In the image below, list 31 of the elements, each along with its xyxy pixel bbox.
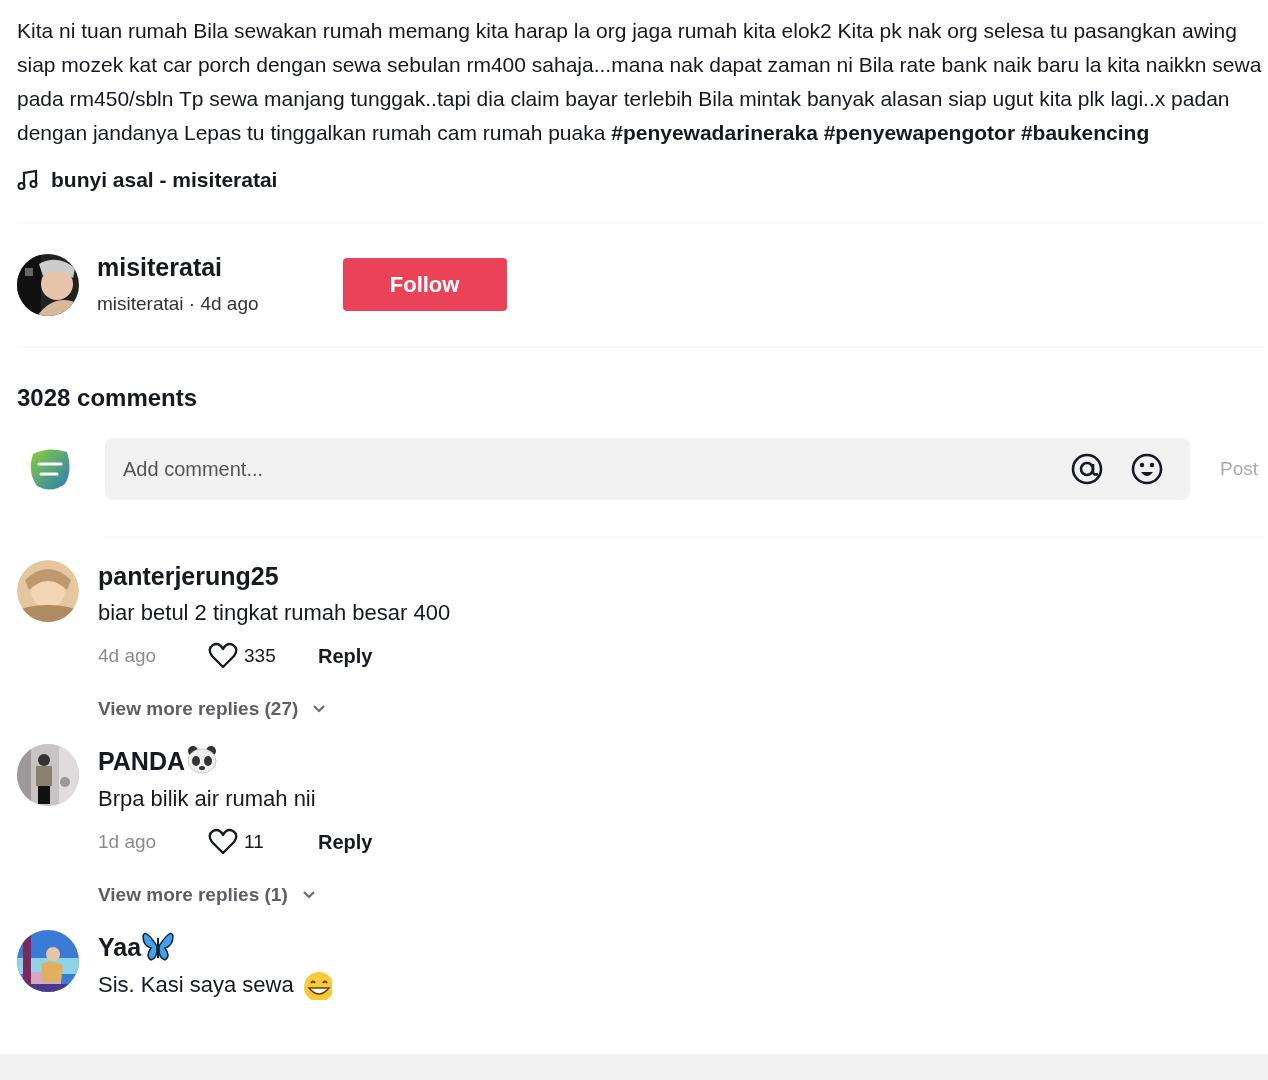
comment-count: 3028 comments <box>17 383 199 413</box>
comment-username: Yaa <box>98 932 142 963</box>
grinning-face-icon <box>301 969 332 1000</box>
comment-time: 1d ago <box>98 829 158 854</box>
reply-button[interactable]: Reply <box>318 641 373 671</box>
comment-text: biar betul 2 tingkat rumah besar 400 <box>98 599 451 627</box>
comment-username: PANDA <box>98 746 186 777</box>
author-name: misiteratai <box>97 251 224 282</box>
comment-input[interactable]: Add comment... <box>121 453 1044 485</box>
comment-username: panterjerung25 <box>98 561 279 592</box>
chevron-down-icon <box>312 704 327 715</box>
like-count: 11 <box>244 829 264 854</box>
music-note-icon <box>17 168 39 191</box>
comment-text: Sis. Kasi saya sewa <box>98 971 294 999</box>
view-replies-button[interactable]: View more replies (27) <box>98 697 327 722</box>
heart-icon[interactable] <box>208 828 238 856</box>
comment-text: Brpa bilik air rumah nii <box>98 785 316 813</box>
sound-link[interactable]: bunyi asal - misiteratai <box>51 164 278 196</box>
view-replies-button[interactable]: View more replies (1) <box>98 883 316 908</box>
follow-button[interactable]: Follow <box>342 258 507 312</box>
like-count: 335 <box>244 643 276 668</box>
butterfly-icon <box>141 930 176 964</box>
author-subtitle: misiteratai · 4d ago <box>97 291 259 316</box>
comment-field[interactable]: Add comment... <box>105 438 1190 500</box>
heart-icon[interactable] <box>208 642 238 670</box>
chevron-down-icon <box>301 890 316 901</box>
emoji-icon[interactable] <box>1129 452 1164 486</box>
comment-time: 4d ago <box>98 643 158 668</box>
mention-icon[interactable] <box>1069 452 1104 486</box>
reply-button[interactable]: Reply <box>318 827 373 857</box>
caption-text: Kita ni tuan rumah Bila sewakan rumah memang kita harap la org jaga rumah kita elok2 Kita pk nak org selesa tu pasangkan awing siap mozek kat car porch dengan sewa sebulan rm400 sahaja...mana nak dapat zaman ni Bila rate bank naik baru la kita naikkn sewa pada rm450/sbln Tp sewa manjang tunggak..tapi dia claim bayar terlebih Bila mintak banyak alasan siap ugut kita plk lagi..x padan dengan jandanya Lepas tu tinggalkan rumah cam rumah puaka #penyewadarineraka #penyewapengotor #baukencing <box>17 18 1263 146</box>
